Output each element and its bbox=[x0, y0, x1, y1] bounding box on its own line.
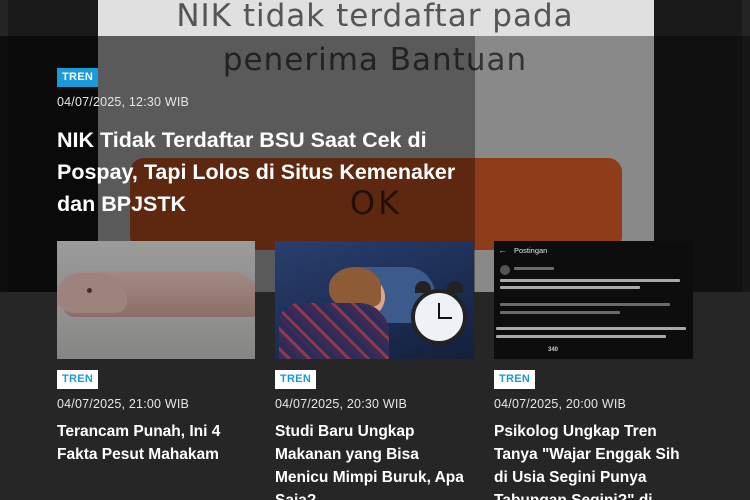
comment-line bbox=[496, 335, 666, 338]
post-views: 340 bbox=[548, 347, 559, 353]
overlay-top bbox=[0, 0, 750, 36]
card-3-thumbnail[interactable]: ← Postingan 340 bbox=[494, 241, 693, 359]
featured-tag[interactable]: TREN bbox=[57, 68, 99, 87]
woman-hair bbox=[329, 267, 381, 307]
card-2-date: 04/07/2025, 20:30 WIB bbox=[275, 397, 408, 411]
card-3-date: 04/07/2025, 20:00 WIB bbox=[494, 397, 627, 411]
plaid-shirt bbox=[279, 303, 389, 359]
back-arrow-icon: ← bbox=[498, 245, 507, 255]
dolphin-head bbox=[57, 273, 127, 313]
reply-line bbox=[500, 311, 620, 314]
card-3-title[interactable]: Psikolog Ungkap Tren Tanya "Wajar Enggak… bbox=[494, 420, 694, 500]
comment-line bbox=[496, 327, 686, 330]
card-2-thumbnail[interactable] bbox=[275, 241, 474, 359]
featured-date: 04/07/2025, 12:30 WIB bbox=[57, 95, 190, 109]
dolphin-eye bbox=[87, 288, 92, 293]
post-text-line bbox=[500, 286, 640, 289]
card-1-thumbnail[interactable] bbox=[57, 241, 255, 359]
card-1-title[interactable]: Terancam Punah, Ini 4 Fakta Pesut Mahaka… bbox=[57, 420, 253, 466]
card-3-tag[interactable]: TREN bbox=[494, 370, 536, 389]
featured-title[interactable]: NIK Tidak Terdaftar BSU Saat Cek di Posp… bbox=[57, 124, 467, 220]
post-text-line bbox=[500, 279, 680, 282]
card-2-title[interactable]: Studi Baru Ungkap Makanan yang Bisa Meni… bbox=[275, 420, 473, 500]
avatar bbox=[500, 265, 510, 275]
post-header: Postingan bbox=[514, 246, 548, 255]
reply-line bbox=[500, 303, 670, 306]
card-1-date: 04/07/2025, 21:00 WIB bbox=[57, 397, 190, 411]
clock-minute-hand bbox=[438, 317, 452, 319]
card-2-tag[interactable]: TREN bbox=[275, 370, 317, 389]
card-1-tag[interactable]: TREN bbox=[57, 370, 99, 389]
post-author-line bbox=[514, 267, 554, 270]
